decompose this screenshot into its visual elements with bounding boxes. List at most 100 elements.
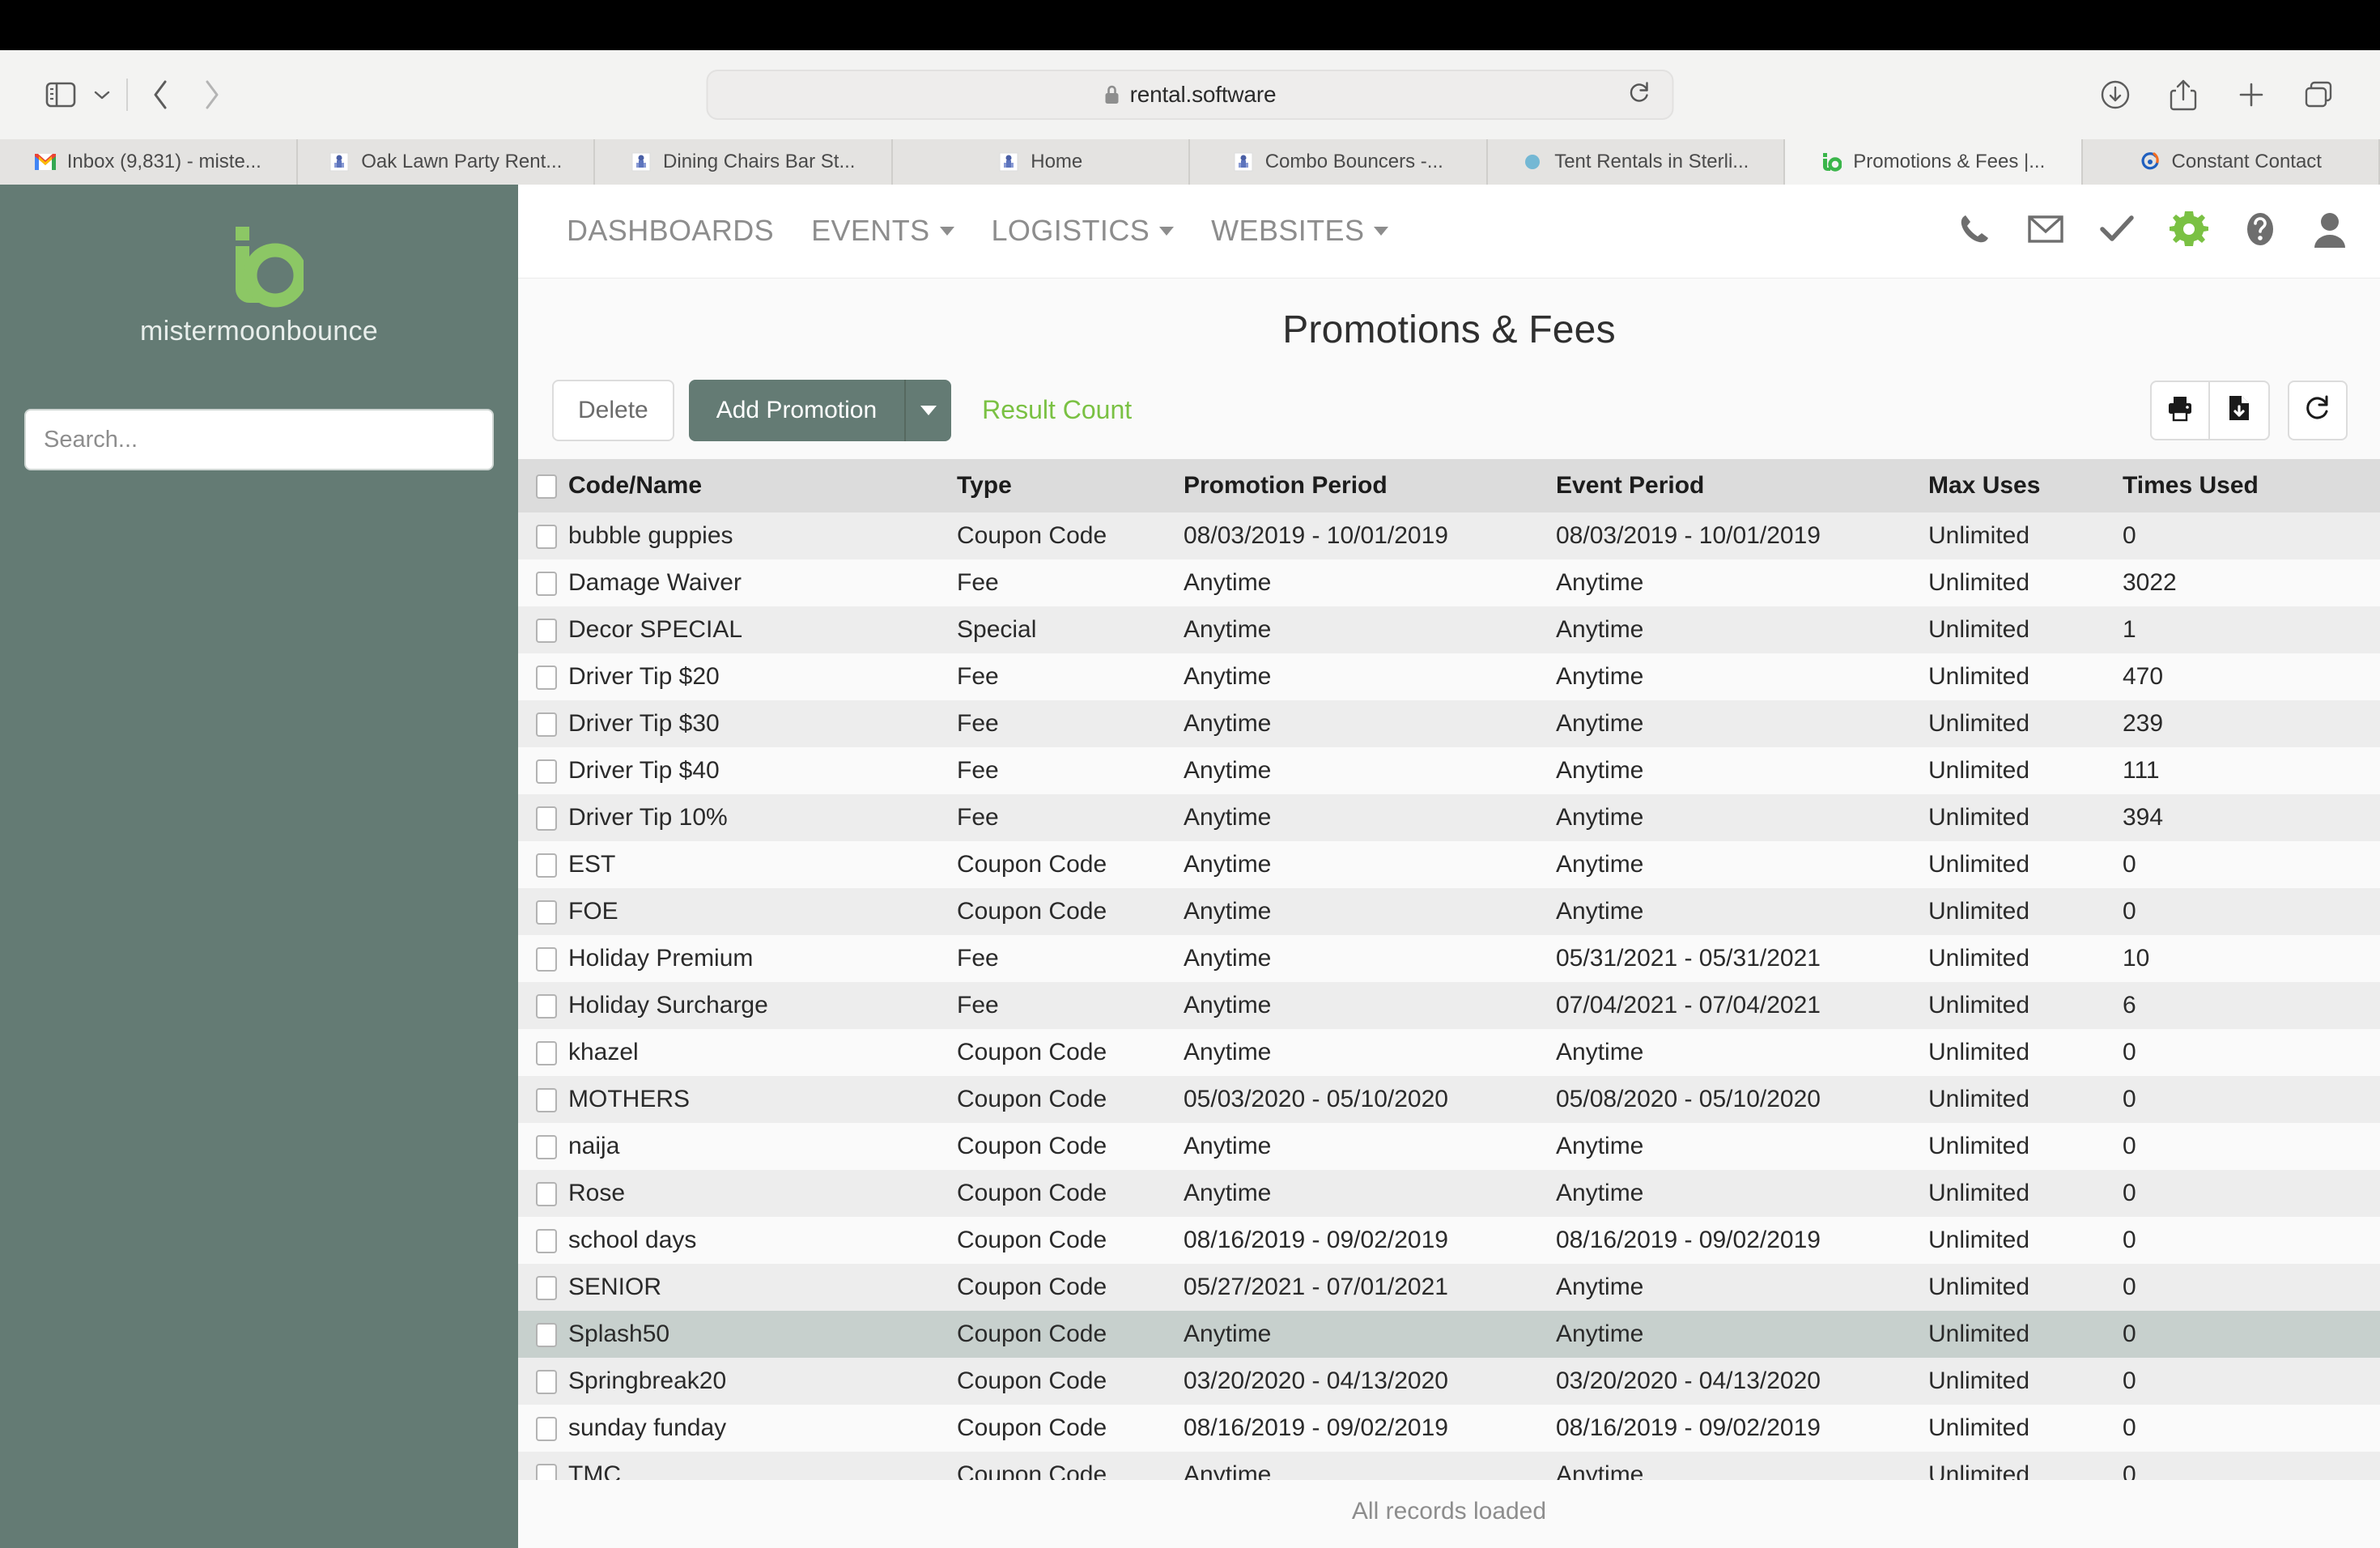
cell-code-name[interactable]: school days [560, 1217, 949, 1264]
forward-icon[interactable] [186, 70, 236, 120]
row-checkbox[interactable] [536, 712, 557, 737]
cell-code-name[interactable]: Splash50 [560, 1311, 949, 1358]
select-all-checkbox[interactable] [536, 474, 557, 499]
select-all-header[interactable] [518, 458, 560, 512]
row-checkbox[interactable] [536, 665, 557, 690]
phone-icon[interactable] [1956, 211, 1993, 252]
row-checkbox[interactable] [536, 806, 557, 831]
help-icon[interactable] [2242, 210, 2278, 253]
row-checkbox[interactable] [536, 946, 557, 972]
row-select-cell[interactable] [518, 1029, 560, 1076]
row-checkbox[interactable] [536, 759, 557, 784]
table-row[interactable]: Splash50 Coupon Code Anytime Anytime Unlimit… [518, 1310, 2380, 1358]
column-header-max-uses[interactable]: Max Uses [1920, 458, 2114, 512]
check-icon[interactable] [2098, 213, 2136, 249]
row-select-cell[interactable] [518, 1170, 560, 1217]
table-row[interactable]: khazel Coupon Code Anytime Anytime Unlimited… [518, 1028, 2380, 1076]
table-row[interactable]: Driver Tip $40 Fee Anytime Anytime Unlimited… [518, 746, 2380, 794]
table-row[interactable]: Damage Waiver Fee Anytime Anytime Unlimited 3… [518, 559, 2380, 606]
refresh-button[interactable] [2288, 380, 2348, 440]
cell-code-name[interactable]: Driver Tip $30 [560, 700, 949, 747]
downloads-icon[interactable] [2090, 70, 2140, 120]
table-row[interactable]: TMC Coupon Code Anytime Anytime Unlimited 0 [518, 1451, 2380, 1480]
row-select-cell[interactable] [518, 935, 560, 982]
row-select-cell[interactable] [518, 794, 560, 841]
cell-code-name[interactable]: sunday funday [560, 1405, 949, 1452]
envelope-icon[interactable] [2027, 213, 2064, 249]
table-row[interactable]: school days Coupon Code 08/16/2019 - 09/02… [518, 1216, 2380, 1264]
cell-code-name[interactable]: bubble guppies [560, 512, 949, 559]
new-tab-icon[interactable] [2226, 70, 2276, 120]
browser-tab-6[interactable]: Promotions & Fees |... [1785, 139, 2083, 185]
table-row[interactable]: Springbreak20 Coupon Code 03/20/2020 - 04/… [518, 1357, 2380, 1405]
nav-item-logistics[interactable]: LOGISTICS [992, 214, 1175, 248]
nav-item-dashboards[interactable]: DASHBOARDS [567, 214, 774, 248]
sidebar-toggle-icon[interactable] [36, 70, 86, 120]
search-input[interactable] [24, 409, 494, 470]
row-checkbox[interactable] [536, 1228, 557, 1253]
row-checkbox[interactable] [536, 1134, 557, 1159]
table-row[interactable]: Driver Tip $20 Fee Anytime Anytime Unlimited… [518, 653, 2380, 700]
row-select-cell[interactable] [518, 606, 560, 653]
browser-tab-3[interactable]: Home [892, 139, 1190, 185]
row-select-cell[interactable] [518, 1311, 560, 1358]
address-bar[interactable]: rental.software [706, 70, 1674, 120]
row-checkbox[interactable] [536, 618, 557, 643]
cell-code-name[interactable]: Driver Tip 10% [560, 794, 949, 841]
row-checkbox[interactable] [536, 1275, 557, 1300]
row-select-cell[interactable] [518, 653, 560, 700]
row-checkbox[interactable] [536, 1040, 557, 1065]
table-row[interactable]: Decor SPECIAL Special Anytime Anytime Unlimi… [518, 606, 2380, 653]
export-button[interactable] [2210, 380, 2270, 440]
row-checkbox[interactable] [536, 1369, 557, 1394]
table-row[interactable]: EST Coupon Code Anytime Anytime Unlimited 0 [518, 840, 2380, 888]
column-header-type[interactable]: Type [949, 458, 1175, 512]
row-select-cell[interactable] [518, 841, 560, 888]
gear-icon[interactable] [2170, 210, 2208, 253]
table-row[interactable]: sunday funday Coupon Code 08/16/2019 - 09/… [518, 1404, 2380, 1452]
row-checkbox[interactable] [536, 571, 557, 596]
row-select-cell[interactable] [518, 1123, 560, 1170]
user-icon[interactable] [2312, 211, 2348, 252]
row-checkbox[interactable] [536, 1087, 557, 1112]
cell-code-name[interactable]: EST [560, 841, 949, 888]
column-header-promotion-period[interactable]: Promotion Period [1175, 458, 1548, 512]
table-row[interactable]: bubble guppies Coupon Code 08/03/2019 - 10… [518, 512, 2380, 559]
row-select-cell[interactable] [518, 559, 560, 606]
table-row[interactable]: SENIOR Coupon Code 05/27/2021 - 07/01/2021… [518, 1263, 2380, 1311]
cell-code-name[interactable]: Springbreak20 [560, 1358, 949, 1405]
row-checkbox[interactable] [536, 899, 557, 925]
row-select-cell[interactable] [518, 1264, 560, 1311]
browser-tab-7[interactable]: Constant Contact [2082, 139, 2380, 185]
row-select-cell[interactable] [518, 700, 560, 747]
cell-code-name[interactable]: Rose [560, 1170, 949, 1217]
table-row[interactable]: MOTHERS Coupon Code 05/03/2020 - 05/10/202… [518, 1075, 2380, 1123]
sidebar-dropdown-icon[interactable] [86, 70, 118, 120]
reload-icon[interactable] [1629, 81, 1651, 109]
row-checkbox[interactable] [536, 1322, 557, 1347]
share-icon[interactable] [2158, 70, 2208, 120]
cell-code-name[interactable]: Decor SPECIAL [560, 606, 949, 653]
row-select-cell[interactable] [518, 982, 560, 1029]
row-select-cell[interactable] [518, 1217, 560, 1264]
cell-code-name[interactable]: Damage Waiver [560, 559, 949, 606]
table-row[interactable]: FOE Coupon Code Anytime Anytime Unlimited 0 [518, 887, 2380, 935]
cell-code-name[interactable]: naija [560, 1123, 949, 1170]
browser-tab-0[interactable]: Inbox (9,831) - miste... [0, 139, 298, 185]
table-row[interactable]: naija Coupon Code Anytime Anytime Unlimited 0 [518, 1122, 2380, 1170]
column-header-event-period[interactable]: Event Period [1548, 458, 1920, 512]
browser-tab-1[interactable]: Oak Lawn Party Rent... [297, 139, 595, 185]
column-header-times-used[interactable]: Times Used [2114, 458, 2380, 512]
row-checkbox[interactable] [536, 853, 557, 878]
cell-code-name[interactable]: khazel [560, 1029, 949, 1076]
nav-item-events[interactable]: EVENTS [811, 214, 954, 248]
cell-code-name[interactable]: Holiday Premium [560, 935, 949, 982]
add-promotion-button[interactable]: Add Promotion [688, 379, 905, 441]
row-checkbox[interactable] [536, 524, 557, 549]
table-row[interactable]: Holiday Surcharge Fee Anytime 07/04/2021 - … [518, 981, 2380, 1029]
row-checkbox[interactable] [536, 1416, 557, 1441]
row-select-cell[interactable] [518, 1452, 560, 1480]
row-select-cell[interactable] [518, 1358, 560, 1405]
cell-code-name[interactable]: Driver Tip $20 [560, 653, 949, 700]
tab-overview-icon[interactable] [2294, 70, 2344, 120]
